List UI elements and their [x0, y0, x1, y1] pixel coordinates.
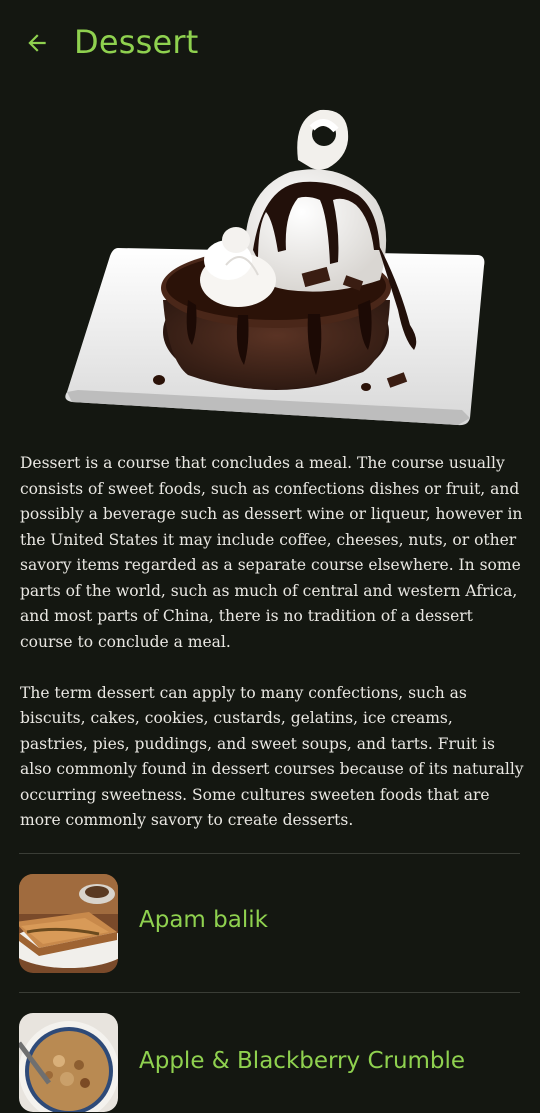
- top-app-bar: Dessert: [0, 0, 540, 84]
- description-paragraph: Dessert is a course that concludes a mea…: [20, 454, 523, 651]
- recipe-list-item[interactable]: Apam balik: [19, 874, 520, 974]
- back-button[interactable]: [18, 24, 56, 62]
- apam-balik-image: [19, 874, 118, 973]
- category-hero-image: [58, 100, 488, 435]
- chocolate-lava-cake-image: [65, 109, 485, 426]
- recipe-name: Apam balik: [139, 907, 268, 933]
- page-title: Dessert: [74, 23, 199, 61]
- crumble-image: [19, 1013, 118, 1112]
- dessert-category-screen: Dessert Dessert is a course that conclud…: [0, 0, 540, 1112]
- category-description: Dessert is a course that concludes a mea…: [20, 451, 525, 859]
- divider: [19, 853, 520, 854]
- recipe-name: Apple & Blackberry Crumble: [139, 1048, 466, 1074]
- arrow-left-icon: [28, 34, 46, 52]
- divider: [19, 992, 520, 993]
- recipe-thumbnail: [19, 1013, 118, 1112]
- description-paragraph: The term dessert can apply to many confe…: [20, 683, 524, 830]
- recipe-thumbnail: [19, 874, 118, 973]
- recipe-list-item[interactable]: Apple & Blackberry Crumble: [19, 1013, 520, 1113]
